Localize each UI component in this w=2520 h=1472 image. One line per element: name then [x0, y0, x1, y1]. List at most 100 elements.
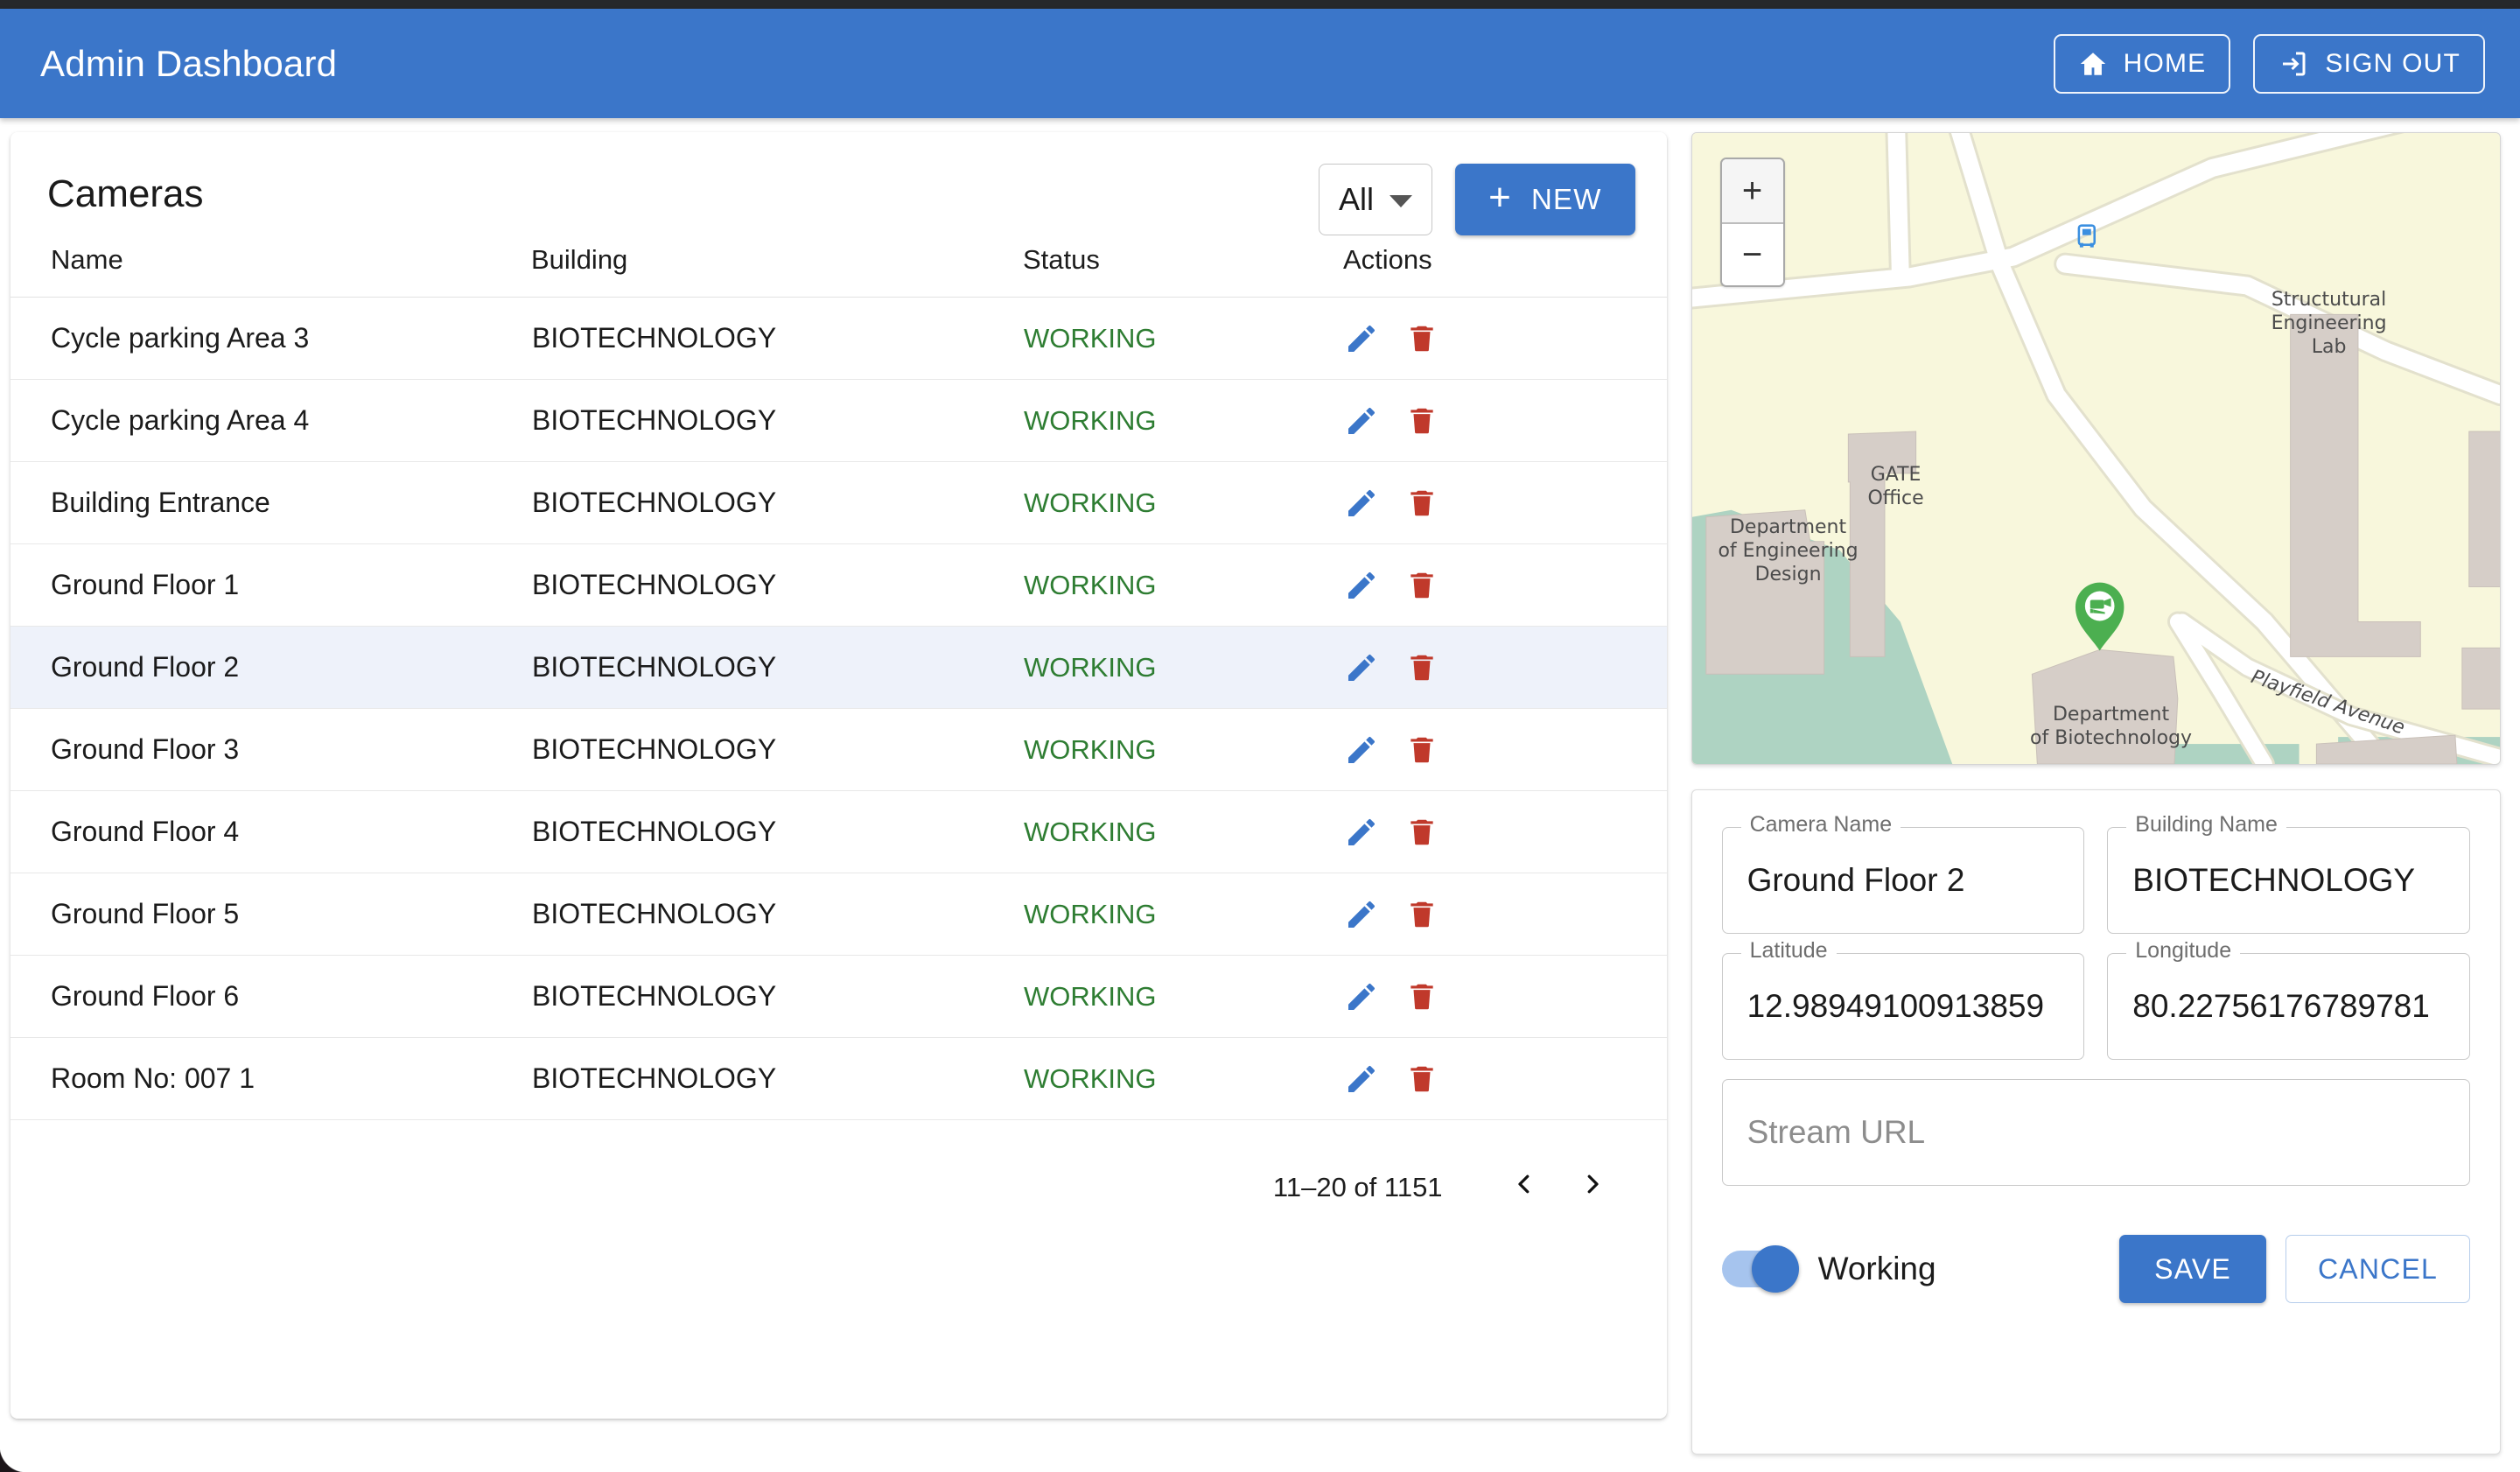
delete-row-button[interactable] — [1405, 980, 1438, 1013]
form-footer: Working SAVE CANCEL — [1722, 1235, 2470, 1303]
home-button[interactable]: HOME — [2054, 34, 2231, 94]
camera-detail-form: Camera Name Ground Floor 2 Building Name… — [1691, 789, 2501, 1454]
longitude-label: Longitude — [2126, 938, 2240, 964]
pencil-icon — [1344, 839, 1379, 852]
table-row[interactable]: Ground Floor 4BIOTECHNOLOGYWORKING — [10, 791, 1667, 873]
pencil-icon — [1344, 510, 1379, 523]
sign-out-icon — [2278, 48, 2309, 80]
delete-row-button[interactable] — [1405, 651, 1438, 684]
cell-building: BIOTECHNOLOGY — [531, 544, 1023, 627]
delete-row-button[interactable] — [1405, 569, 1438, 602]
paginator-next-button[interactable] — [1558, 1153, 1627, 1222]
building-name-field[interactable]: Building Name BIOTECHNOLOGY — [2107, 827, 2470, 934]
working-status-toggle[interactable] — [1722, 1251, 1796, 1287]
status-badge: WORKING — [1024, 1063, 1157, 1094]
edit-row-button[interactable] — [1344, 568, 1379, 603]
status-badge: WORKING — [1024, 652, 1157, 683]
cell-name: Ground Floor 3 — [10, 709, 531, 791]
trash-icon — [1405, 756, 1438, 769]
working-status-label: Working — [1818, 1251, 1936, 1287]
cell-building: BIOTECHNOLOGY — [531, 956, 1023, 1038]
table-row[interactable]: Ground Floor 3BIOTECHNOLOGYWORKING — [10, 709, 1667, 791]
save-button[interactable]: SAVE — [2119, 1235, 2266, 1303]
table-row[interactable]: Ground Floor 5BIOTECHNOLOGYWORKING — [10, 873, 1667, 956]
cell-building: BIOTECHNOLOGY — [531, 462, 1023, 544]
edit-row-button[interactable] — [1344, 897, 1379, 932]
delete-row-button[interactable] — [1405, 404, 1438, 438]
table-row[interactable]: Room No: 007 1BIOTECHNOLOGYWORKING — [10, 1038, 1667, 1120]
camera-name-field[interactable]: Camera Name Ground Floor 2 — [1722, 827, 2085, 934]
status-badge: WORKING — [1024, 899, 1157, 929]
stream-url-field[interactable]: Stream URL — [1722, 1079, 2470, 1186]
table-row[interactable]: Building EntranceBIOTECHNOLOGYWORKING — [10, 462, 1667, 544]
header-actions: HOME SIGN OUT — [2054, 34, 2485, 94]
cell-name: Room No: 007 1 — [10, 1038, 531, 1120]
cancel-button[interactable]: CANCEL — [2286, 1235, 2470, 1303]
new-camera-button-label: NEW — [1531, 183, 1602, 216]
table-row[interactable]: Ground Floor 2BIOTECHNOLOGYWORKING — [10, 627, 1667, 709]
map-canvas — [1692, 133, 2500, 764]
cameras-table-head: Name Building Status Actions — [10, 244, 1667, 298]
status-badge: WORKING — [1024, 323, 1157, 354]
table-row[interactable]: Ground Floor 1BIOTECHNOLOGYWORKING — [10, 544, 1667, 627]
building-filter-select[interactable]: All — [1319, 164, 1432, 235]
cell-name: Ground Floor 6 — [10, 956, 531, 1038]
map-zoom-out-button[interactable]: − — [1722, 222, 1783, 285]
edit-row-button[interactable] — [1344, 732, 1379, 768]
edit-row-button[interactable] — [1344, 979, 1379, 1014]
cell-name: Ground Floor 1 — [10, 544, 531, 627]
trash-icon — [1405, 345, 1438, 358]
stream-url-input[interactable]: Stream URL — [1722, 1079, 2470, 1186]
longitude-field[interactable]: Longitude 80.22756176789781 — [2107, 953, 2470, 1060]
sign-out-button-label: SIGN OUT — [2325, 49, 2460, 79]
main-content: Cameras All + NEW Name Building Status A… — [0, 125, 2520, 1472]
edit-row-button[interactable] — [1344, 486, 1379, 521]
home-button-label: HOME — [2124, 49, 2207, 79]
edit-row-button[interactable] — [1344, 1062, 1379, 1097]
status-badge: WORKING — [1024, 405, 1157, 436]
cameras-panel-header: Cameras All + NEW — [10, 132, 1667, 244]
table-row[interactable]: Cycle parking Area 3BIOTECHNOLOGYWORKING — [10, 298, 1667, 380]
edit-row-button[interactable] — [1344, 403, 1379, 438]
cell-name: Cycle parking Area 4 — [10, 380, 531, 462]
table-row[interactable]: Cycle parking Area 4BIOTECHNOLOGYWORKING — [10, 380, 1667, 462]
building-name-input[interactable]: BIOTECHNOLOGY — [2107, 827, 2470, 934]
table-row[interactable]: Ground Floor 6BIOTECHNOLOGYWORKING — [10, 956, 1667, 1038]
building-filter-value: All — [1339, 181, 1374, 218]
chevron-down-icon — [1390, 195, 1412, 207]
form-row-names: Camera Name Ground Floor 2 Building Name… — [1722, 827, 2470, 934]
delete-row-button[interactable] — [1405, 733, 1438, 767]
delete-row-button[interactable] — [1405, 322, 1438, 355]
latitude-input[interactable]: 12.98949100913859 — [1722, 953, 2085, 1060]
edit-row-button[interactable] — [1344, 321, 1379, 356]
delete-row-button[interactable] — [1405, 487, 1438, 520]
new-camera-button[interactable]: + NEW — [1455, 164, 1635, 235]
cameras-panel: Cameras All + NEW Name Building Status A… — [10, 132, 1667, 1419]
longitude-input[interactable]: 80.22756176789781 — [2107, 953, 2470, 1060]
camera-name-input[interactable]: Ground Floor 2 — [1722, 827, 2085, 934]
edit-row-button[interactable] — [1344, 815, 1379, 850]
trash-icon — [1405, 509, 1438, 522]
trash-icon — [1405, 1003, 1438, 1016]
delete-row-button[interactable] — [1405, 1062, 1438, 1096]
edit-row-button[interactable] — [1344, 650, 1379, 685]
map-panel[interactable]: Structutural Engineering Lab GATE Office… — [1691, 132, 2501, 765]
sign-out-button[interactable]: SIGN OUT — [2253, 34, 2485, 94]
delete-row-button[interactable] — [1405, 816, 1438, 849]
cell-building: BIOTECHNOLOGY — [531, 709, 1023, 791]
form-row-stream: Stream URL — [1722, 1079, 2470, 1186]
right-column: Structutural Engineering Lab GATE Office… — [1691, 132, 2501, 1454]
delete-row-button[interactable] — [1405, 898, 1438, 931]
paginator-previous-button[interactable] — [1490, 1153, 1558, 1222]
latitude-field[interactable]: Latitude 12.98949100913859 — [1722, 953, 2085, 1060]
pencil-icon — [1344, 1086, 1379, 1099]
form-row-coords: Latitude 12.98949100913859 Longitude 80.… — [1722, 953, 2470, 1060]
cameras-title: Cameras — [47, 158, 204, 216]
cell-building: BIOTECHNOLOGY — [531, 298, 1023, 380]
status-badge: WORKING — [1024, 981, 1157, 1012]
latitude-label: Latitude — [1741, 938, 1837, 964]
cameras-table: Name Building Status Actions Cycle parki… — [10, 244, 1667, 1120]
plus-icon: + — [1488, 179, 1512, 217]
map-zoom-in-button[interactable]: + — [1722, 159, 1783, 222]
trash-icon — [1405, 427, 1438, 440]
